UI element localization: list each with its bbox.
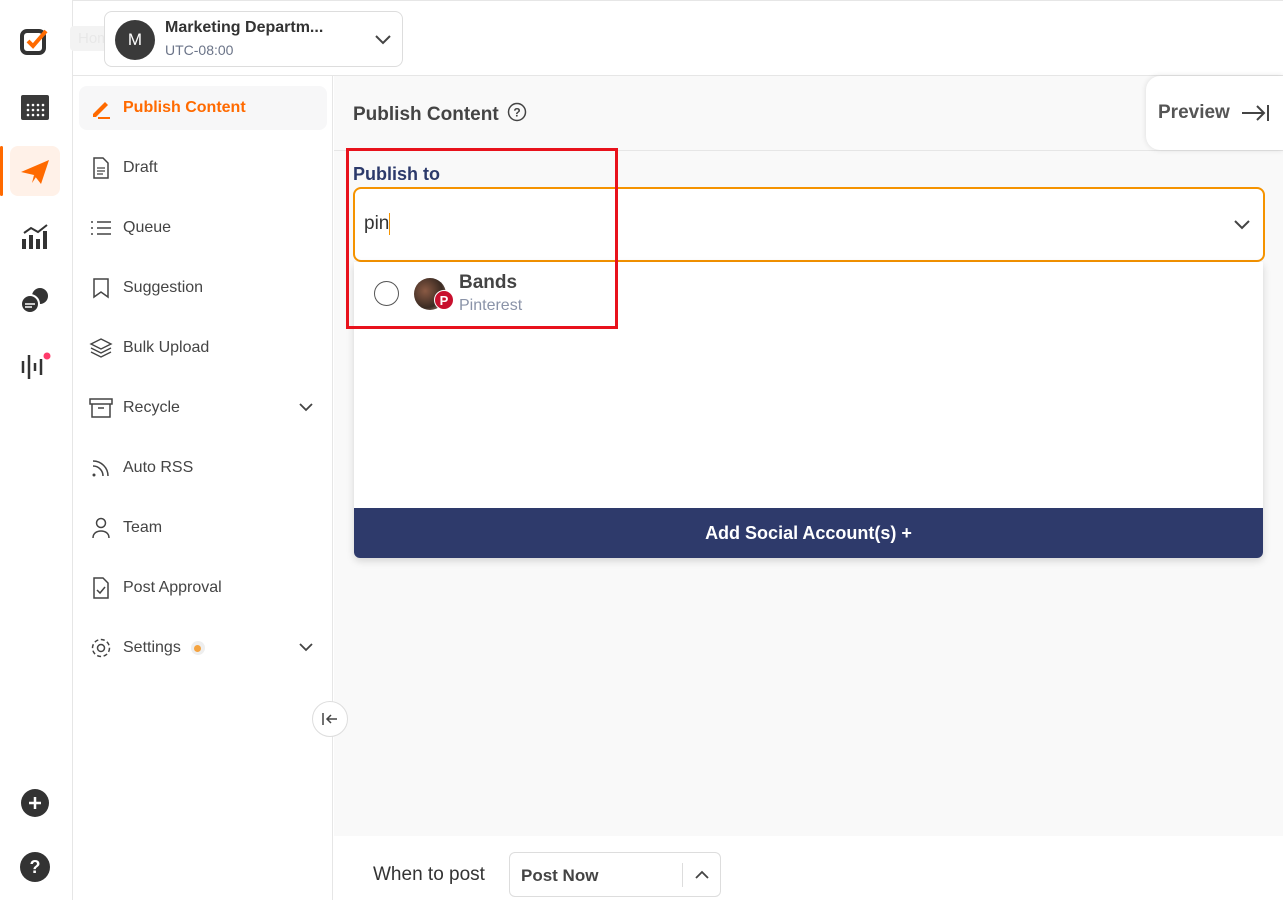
document-icon	[89, 156, 113, 180]
help-icon[interactable]: ?	[507, 102, 527, 128]
sidebar: Publish Content Draft Queue Suggestion B…	[73, 76, 333, 900]
listening-waveform-icon[interactable]	[10, 341, 60, 391]
user-icon	[89, 516, 113, 540]
content-header: Publish Content? Preview	[334, 76, 1283, 151]
sidebar-item-label: Settings	[123, 639, 181, 656]
avatar: M	[115, 20, 155, 60]
footer-bar: When to post Post Now	[334, 836, 1283, 900]
bookmark-icon	[89, 276, 113, 300]
add-social-account-button[interactable]: Add Social Account(s) +	[354, 508, 1263, 558]
pinterest-icon: P	[434, 290, 454, 310]
sidebar-item-bulk-upload[interactable]: Bulk Upload	[79, 326, 327, 370]
archive-icon	[89, 396, 113, 420]
account-dropdown: P Bands Pinterest Add Social Account(s) …	[354, 262, 1263, 558]
icon-rail: Home ?	[0, 0, 127, 900]
help-circle-icon[interactable]: ?	[10, 842, 60, 892]
account-name: Marketing Departm...	[165, 19, 324, 36]
inbox-chat-icon[interactable]	[10, 276, 60, 326]
list-icon	[89, 216, 113, 240]
layers-icon	[89, 336, 113, 360]
svg-text:?: ?	[30, 857, 41, 877]
collapse-sidebar-button[interactable]	[312, 701, 348, 737]
calendar-icon[interactable]	[10, 81, 60, 131]
publish-send-icon[interactable]	[10, 146, 60, 196]
preview-label: Preview	[1158, 102, 1230, 123]
sidebar-item-label: Queue	[123, 219, 172, 236]
sidebar-item-queue[interactable]: Queue	[79, 206, 327, 250]
active-indicator	[0, 146, 3, 196]
sidebar-item-auto-rss[interactable]: Auto RSS	[79, 446, 327, 490]
sidebar-item-publish-content[interactable]: Publish Content	[79, 86, 327, 130]
preview-button[interactable]: Preview	[1146, 76, 1283, 150]
rss-icon	[89, 456, 113, 480]
analytics-icon[interactable]	[10, 211, 60, 261]
chevron-down-icon[interactable]	[1231, 213, 1253, 240]
chevron-up-icon	[692, 865, 712, 890]
sidebar-item-post-approval[interactable]: Post Approval	[79, 566, 327, 610]
file-check-icon	[89, 576, 113, 600]
sidebar-item-label: Bulk Upload	[123, 339, 210, 356]
sidebar-item-label: Suggestion	[123, 279, 204, 296]
sidebar-item-settings[interactable]: Settings	[79, 626, 327, 670]
sidebar-item-suggestion[interactable]: Suggestion	[79, 266, 327, 310]
arrow-to-right-icon	[1241, 105, 1269, 121]
main-content: Publish Content? Preview Publish to pin …	[334, 76, 1283, 836]
account-selector[interactable]: M Marketing Departm... UTC-08:00	[104, 11, 403, 67]
account-platform: Pinterest	[459, 297, 523, 314]
sidebar-item-label: Post Approval	[123, 579, 222, 596]
top-bar: M Marketing Departm... UTC-08:00	[73, 0, 1283, 76]
account-option[interactable]: P Bands Pinterest	[354, 262, 1263, 324]
publish-to-search-input[interactable]: pin	[353, 187, 1265, 262]
sidebar-item-recycle[interactable]: Recycle	[79, 386, 327, 430]
sidebar-item-draft[interactable]: Draft	[79, 146, 327, 190]
chevron-down-icon	[372, 28, 394, 55]
when-to-post-select[interactable]: Post Now	[509, 852, 721, 897]
publish-to-label: Publish to	[353, 164, 440, 184]
page-title: Publish Content	[353, 104, 499, 125]
search-value: pin	[364, 213, 390, 235]
account-radio[interactable]	[374, 281, 399, 306]
home-logo-icon[interactable]	[10, 16, 60, 66]
sidebar-item-label: Recycle	[123, 399, 180, 416]
sidebar-item-label: Team	[123, 519, 163, 536]
sidebar-item-team[interactable]: Team	[79, 506, 327, 550]
svg-text:?: ?	[513, 106, 520, 120]
chevron-down-icon[interactable]	[297, 638, 315, 661]
sidebar-item-label: Auto RSS	[123, 459, 194, 476]
sidebar-item-label: Publish Content	[123, 99, 246, 116]
when-to-post-label: When to post	[373, 864, 485, 885]
settings-notification-dot	[190, 641, 205, 655]
gear-icon	[89, 636, 113, 660]
pencil-icon	[89, 96, 113, 120]
when-to-post-value: Post Now	[521, 866, 599, 885]
chevron-down-icon[interactable]	[297, 398, 315, 421]
account-name: Bands	[459, 272, 518, 293]
add-circle-icon[interactable]	[10, 778, 60, 828]
account-timezone: UTC-08:00	[165, 42, 234, 58]
sidebar-item-label: Draft	[123, 159, 158, 176]
